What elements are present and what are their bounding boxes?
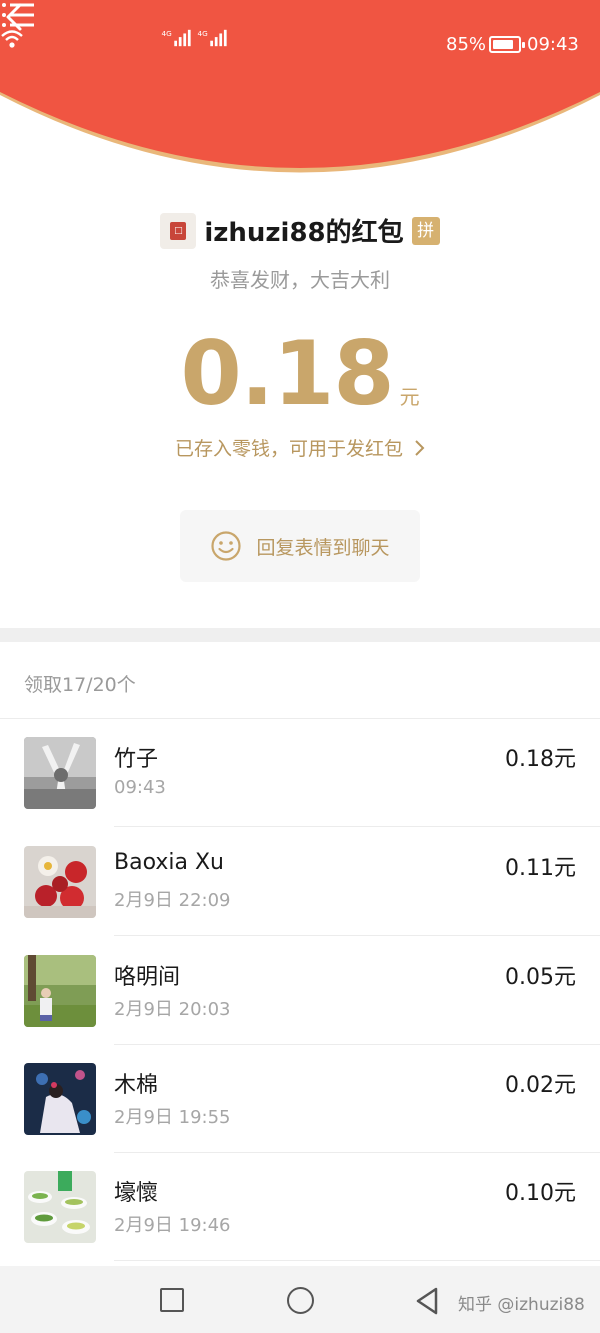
amount-unit: 元	[399, 385, 420, 409]
received-summary: 领取17/20个	[24, 674, 136, 696]
list-item[interactable]: 壕懷 2月9日 19:46 0.10元	[0, 1153, 600, 1261]
list-item[interactable]: Baoxia Xu 2月9日 22:09 0.11元	[0, 828, 600, 936]
header: 4G 4G 85% 09:43	[0, 0, 600, 190]
signal-icon: 4G	[162, 29, 191, 47]
received-amount: 0.18元	[505, 747, 576, 772]
received-amount: 0.02元	[505, 1073, 576, 1098]
recipient-name: 竹子	[114, 747, 159, 772]
svg-text:4G: 4G	[162, 29, 173, 38]
received-time: 2月9日 20:03	[114, 999, 231, 1020]
avatar	[24, 737, 96, 809]
row-divider	[114, 1260, 600, 1261]
received-time: 09:43	[114, 777, 166, 798]
received-amount: 0.05元	[505, 965, 576, 990]
saved-to-change-link[interactable]: 已存入零钱，可用于发红包	[0, 434, 600, 461]
battery-percent: 85%	[446, 34, 487, 55]
sender-avatar: □	[160, 212, 197, 249]
battery-icon	[489, 36, 525, 53]
home-icon[interactable]	[287, 1287, 314, 1314]
received-time: 2月9日 19:46	[114, 1215, 231, 1236]
avatar	[24, 1171, 96, 1243]
chevron-right-icon	[415, 440, 425, 456]
list-item[interactable]: 竹子 09:43 0.18元	[0, 719, 600, 827]
sender-name: izhuzi88的红包	[204, 218, 404, 248]
svg-text:4G: 4G	[198, 29, 209, 38]
list-item[interactable]: 咯明间 2月9日 20:03 0.05元	[0, 937, 600, 1045]
reply-sticker-button[interactable]: 回复表情到聊天	[180, 510, 420, 582]
system-nav-bar: 知乎 @izhuzi88	[0, 1266, 600, 1333]
smiley-icon	[211, 531, 242, 561]
status-clock: 09:43	[527, 34, 579, 55]
amount-display: 0.18 元	[0, 322, 600, 425]
received-amount: 0.10元	[505, 1181, 576, 1206]
signal-icon-2: 4G	[198, 29, 227, 47]
avatar	[24, 1063, 96, 1135]
recents-icon[interactable]	[160, 1288, 184, 1312]
recipient-name: Baoxia Xu	[114, 850, 224, 875]
saved-link-label: 已存入零钱，可用于发红包	[174, 438, 403, 460]
avatar	[24, 846, 96, 918]
amount-value: 0.18	[180, 322, 394, 425]
status-bar: 4G 4G 85% 09:43	[0, 28, 600, 62]
avatar	[24, 955, 96, 1027]
recipient-name: 木棉	[114, 1073, 159, 1098]
back-triangle-icon[interactable]	[414, 1286, 440, 1316]
received-amount: 0.11元	[505, 856, 576, 881]
recipient-name: 壕懷	[114, 1181, 159, 1206]
reply-button-label: 回复表情到聊天	[256, 536, 390, 559]
list-menu-icon[interactable]	[0, 0, 36, 30]
list-item[interactable]: 木棉 2月9日 19:55 0.02元	[0, 1045, 600, 1153]
received-time: 2月9日 22:09	[114, 890, 231, 911]
section-divider	[0, 628, 600, 642]
received-time: 2月9日 19:55	[114, 1107, 231, 1128]
wish-text: 恭喜发财，大吉大利	[210, 268, 390, 292]
recipient-name: 咯明间	[114, 965, 181, 990]
group-badge: 拼	[411, 216, 440, 245]
watermark: 知乎 @izhuzi88	[458, 1295, 585, 1315]
sender-row: □ izhuzi88的红包 拼	[0, 212, 600, 252]
row-divider	[114, 935, 600, 936]
row-divider	[114, 826, 600, 827]
